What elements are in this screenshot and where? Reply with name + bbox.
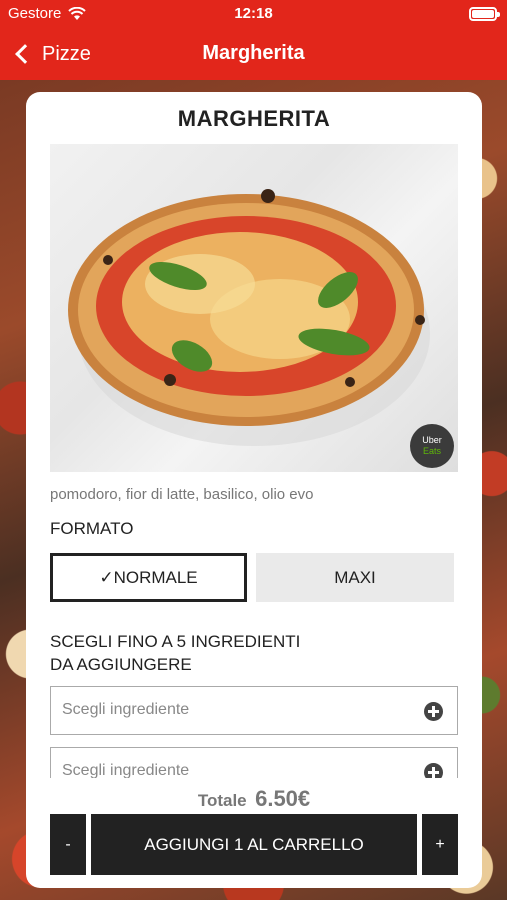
ingredient-placeholder: Scegli ingrediente — [62, 701, 190, 718]
ingredient-field-2[interactable]: Scegli ingrediente — [50, 747, 458, 778]
nav-title: Margherita — [202, 42, 305, 64]
clock: 12:18 — [234, 5, 273, 22]
ingredients-title: SCEGLI FINO A 5 INGREDIENTI DA AGGIUNGER… — [50, 630, 350, 676]
total-label: Totale — [197, 791, 247, 810]
ingredients-list[interactable]: Scegli ingrediente Scegli ingrediente — [50, 686, 458, 778]
add-to-cart-button[interactable]: AGGIUNGI 1 AL CARRELLO — [91, 814, 417, 875]
total-value: 6.50€ — [255, 786, 311, 811]
ingredient-placeholder: Scegli ingrediente — [62, 762, 190, 778]
format-label: FORMATO — [50, 519, 134, 538]
cart-controls: - AGGIUNGI 1 AL CARRELLO + — [50, 814, 458, 875]
status-bar: Gestore 12:18 — [0, 0, 507, 28]
product-title: MARGHERITA — [177, 106, 331, 131]
ingredients-title-line2: DA AGGIUNGERE — [50, 655, 192, 674]
ingredient-field-1[interactable]: Scegli ingrediente — [50, 686, 458, 735]
total: Totale 6.50€ — [26, 786, 482, 812]
increase-quantity-button[interactable]: + — [422, 814, 458, 875]
product-description: pomodoro, fior di latte, basilico, olio … — [50, 486, 314, 503]
product-card: MARGHERITA Uber Eats pomodoro, fior di l… — [26, 92, 482, 888]
nav-bar: Pizze Margherita — [0, 28, 507, 80]
battery-icon — [469, 7, 500, 21]
pizza-photo: Uber Eats — [50, 144, 458, 472]
ingredients-title-line1: SCEGLI FINO A 5 INGREDIENTI — [50, 632, 301, 651]
add-circle-icon[interactable] — [424, 763, 443, 778]
uber-eats-badge-line2: Eats — [422, 446, 441, 456]
format-normal-button[interactable]: ✓NORMALE — [50, 553, 247, 602]
uber-eats-badge: Uber Eats — [410, 424, 454, 468]
format-maxi-button[interactable]: MAXI — [256, 553, 454, 602]
decrease-quantity-button[interactable]: - — [50, 814, 86, 875]
add-circle-icon[interactable] — [424, 702, 443, 721]
uber-eats-badge-line1: Uber — [422, 435, 442, 445]
